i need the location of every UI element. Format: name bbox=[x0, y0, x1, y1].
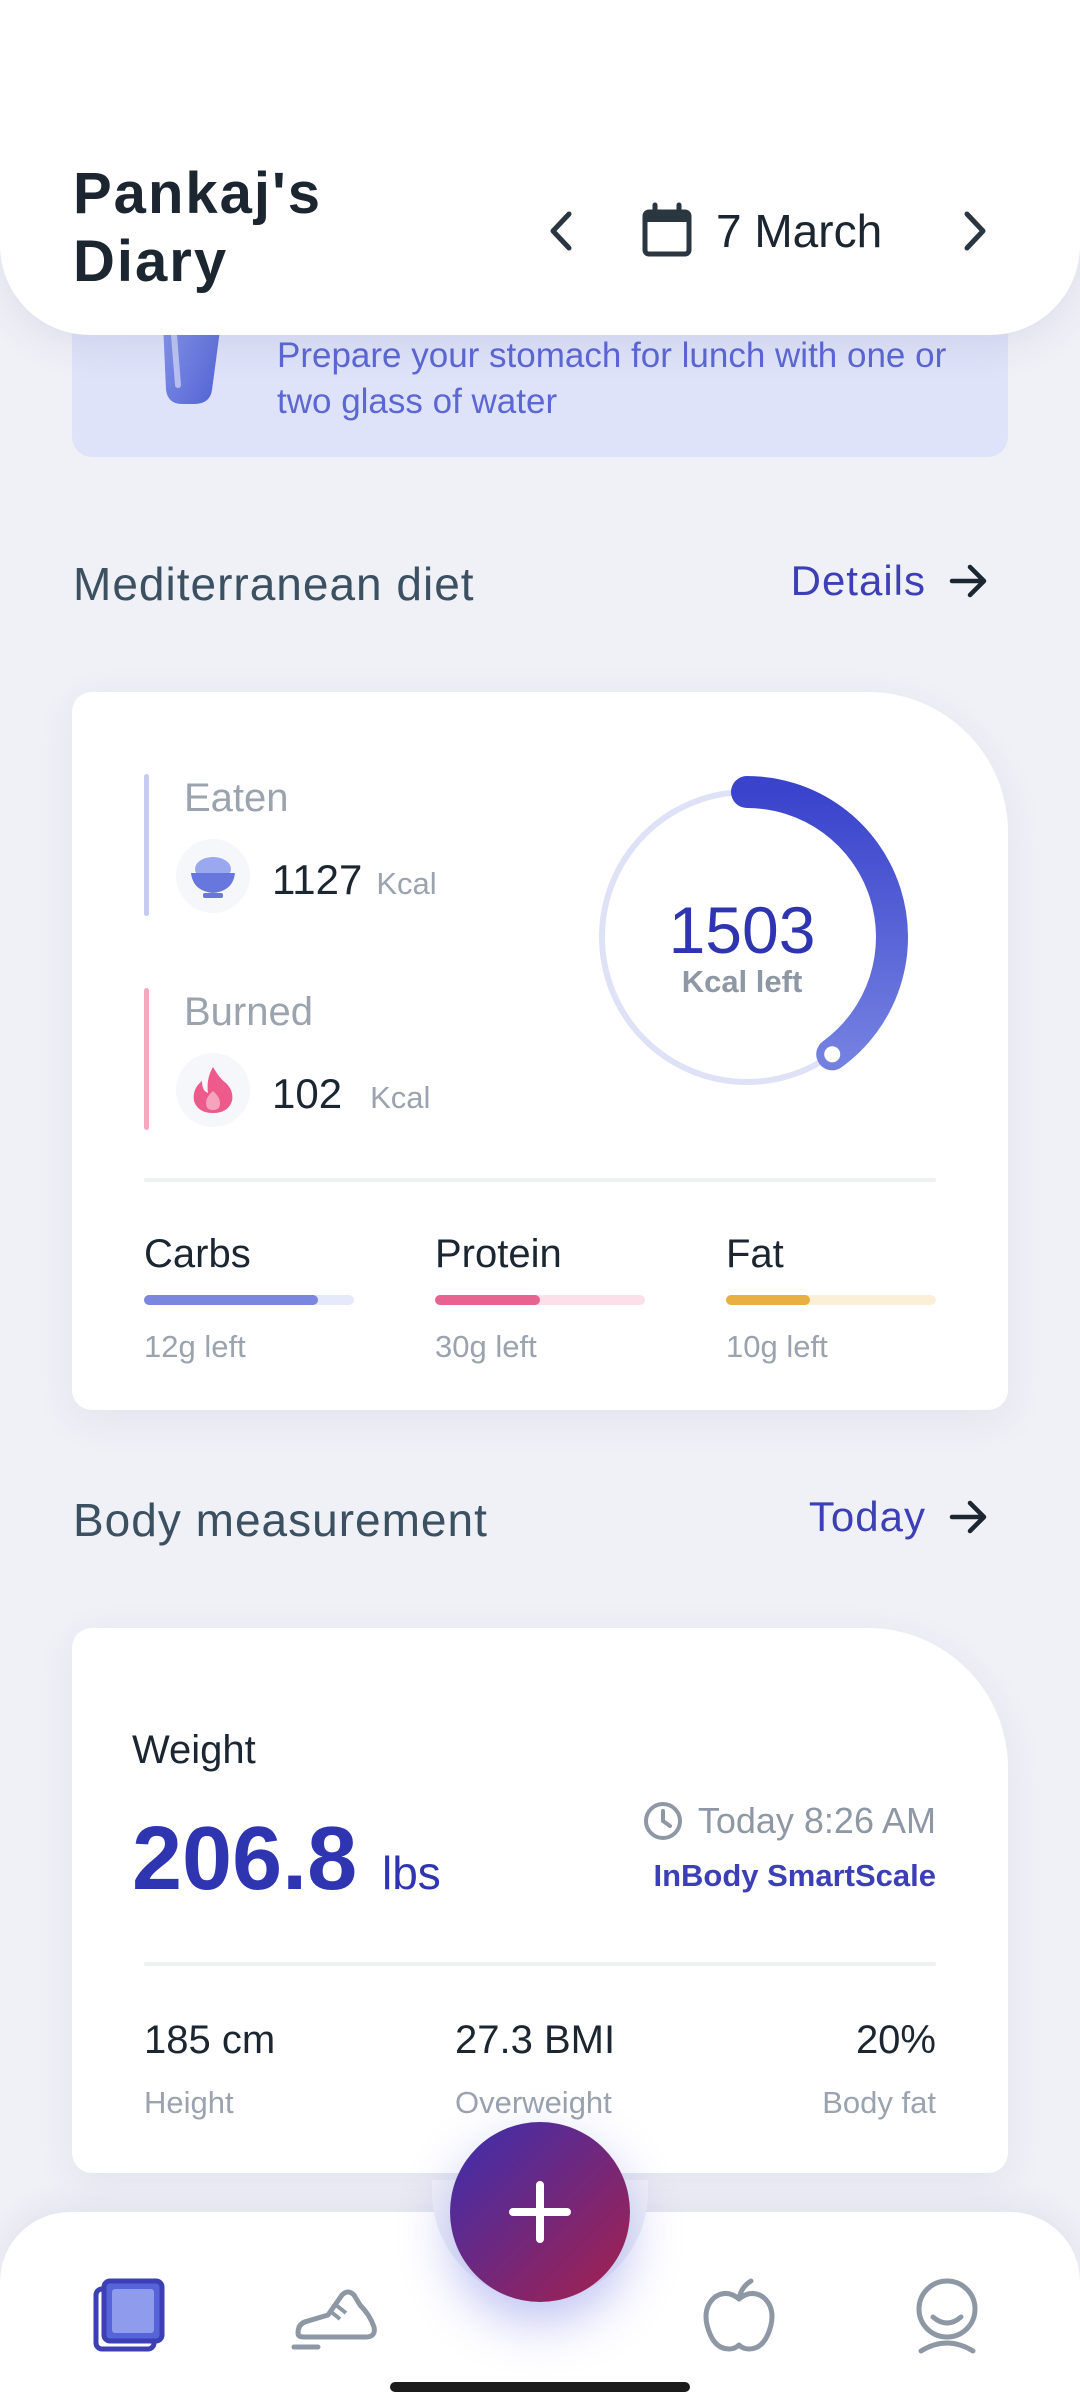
macro-protein-track bbox=[435, 1295, 645, 1305]
macro-protein-left: 30g left bbox=[435, 1329, 537, 1364]
bmi-stat: 27.3 BMI Overweight bbox=[455, 2018, 615, 2121]
macro-carbs-track bbox=[144, 1295, 354, 1305]
height-value: 185 cm bbox=[144, 2018, 276, 2062]
chevron-right-icon bbox=[964, 211, 986, 251]
kcal-left-value: 1503 bbox=[668, 893, 816, 967]
previous-day-button[interactable] bbox=[526, 196, 596, 266]
measurement-time-text: Today 8:26 AM bbox=[697, 1800, 936, 1841]
height-label: Height bbox=[144, 2085, 234, 2120]
ring-end-dot bbox=[824, 1046, 841, 1063]
macro-carbs: Carbs 12g left bbox=[144, 1232, 354, 1365]
chevron-left-icon bbox=[550, 211, 572, 251]
burned-value-row: 102 Kcal bbox=[272, 1070, 430, 1118]
header-bar: Pankaj's Diary 7 March bbox=[0, 0, 1080, 335]
eaten-indicator-bar bbox=[144, 774, 149, 916]
tip-text: Prepare your stomach for lunch with one … bbox=[277, 336, 947, 421]
eaten-stat: Eaten 1127 Kcal bbox=[144, 774, 504, 916]
burned-value: 102 bbox=[272, 1070, 343, 1117]
macro-protein-fill bbox=[435, 1295, 540, 1305]
burned-stat: Burned 102 Kcal bbox=[144, 988, 504, 1130]
arrow-right-icon bbox=[949, 564, 987, 598]
body-section-title: Body measurement bbox=[73, 1494, 488, 1546]
eaten-unit: Kcal bbox=[376, 866, 437, 901]
diary-icon bbox=[93, 2278, 165, 2352]
eaten-value-row: 1127 Kcal bbox=[272, 856, 437, 904]
weight-label: Weight bbox=[132, 1728, 256, 1772]
height-stat: 185 cm Height bbox=[144, 2018, 275, 2121]
eaten-bowl-icon bbox=[176, 839, 250, 913]
macro-fat-left: 10g left bbox=[726, 1329, 828, 1364]
add-entry-button[interactable] bbox=[450, 2122, 630, 2302]
macro-carbs-fill bbox=[144, 1295, 319, 1305]
eaten-value: 1127 bbox=[272, 856, 363, 903]
nav-diary-button[interactable] bbox=[85, 2270, 175, 2360]
date-label: 7 March bbox=[716, 205, 883, 257]
body-fat-stat: 20% Body fat bbox=[822, 2018, 936, 2121]
nutrition-apple-icon bbox=[703, 2278, 775, 2352]
calendar-icon bbox=[642, 202, 692, 257]
bmi-value: 27.3 BMI bbox=[455, 2018, 616, 2062]
burned-label: Burned bbox=[184, 990, 313, 1034]
body-today-link[interactable]: Today bbox=[809, 1493, 990, 1541]
diet-summary-card[interactable]: Eaten 1127 Kcal Burned 102 Kcal 1503 Kca… bbox=[72, 692, 1008, 1410]
macro-carbs-name: Carbs bbox=[144, 1232, 251, 1276]
weight-value: 206.8 bbox=[132, 1809, 358, 1909]
body-measurement-card[interactable]: Weight 206.8 lbs Today 8:26 AM InBody Sm… bbox=[72, 1628, 1008, 2173]
diet-details-link[interactable]: Details bbox=[791, 557, 990, 605]
today-label: Today bbox=[808, 1493, 926, 1540]
body-card-divider bbox=[144, 1962, 936, 1966]
plus-icon bbox=[509, 2181, 571, 2243]
macro-protein-name: Protein bbox=[435, 1232, 562, 1276]
home-indicator bbox=[390, 2382, 690, 2392]
weight-unit: lbs bbox=[382, 1847, 441, 1899]
measurement-time: Today 8:26 AM bbox=[642, 1800, 936, 1842]
nav-activity-button[interactable] bbox=[290, 2270, 380, 2360]
nav-profile-button[interactable] bbox=[902, 2270, 992, 2360]
arrow-right-icon bbox=[949, 1500, 987, 1534]
burned-indicator-bar bbox=[144, 988, 149, 1130]
clock-icon bbox=[643, 1802, 682, 1840]
body-fat-value: 20% bbox=[855, 2018, 936, 2062]
date-picker[interactable]: 7 March bbox=[640, 196, 882, 266]
nav-nutrition-button[interactable] bbox=[694, 2270, 784, 2360]
page-title: Pankaj's Diary bbox=[73, 161, 323, 294]
macro-fat-track bbox=[726, 1295, 936, 1305]
macro-carbs-left: 12g left bbox=[144, 1329, 246, 1364]
profile-icon bbox=[916, 2278, 978, 2354]
next-day-button[interactable] bbox=[940, 196, 1010, 266]
body-fat-label: Body fat bbox=[822, 2085, 936, 2120]
kcal-left-label: Kcal left bbox=[681, 964, 803, 999]
activity-shoe-icon bbox=[291, 2289, 377, 2350]
macro-fat-name: Fat bbox=[726, 1232, 784, 1276]
bmi-label: Overweight bbox=[455, 2085, 612, 2120]
macro-fat-fill bbox=[726, 1295, 810, 1305]
flame-icon bbox=[176, 1053, 250, 1127]
macro-protein: Protein 30g left bbox=[435, 1232, 645, 1365]
device-name: InBody SmartScale bbox=[653, 1858, 936, 1893]
burned-unit: Kcal bbox=[370, 1080, 431, 1115]
eaten-label: Eaten bbox=[184, 776, 289, 820]
macro-fat: Fat 10g left bbox=[726, 1232, 936, 1365]
diet-card-divider bbox=[144, 1178, 936, 1182]
diet-section-title: Mediterranean diet bbox=[73, 558, 475, 610]
details-label: Details bbox=[790, 557, 926, 604]
